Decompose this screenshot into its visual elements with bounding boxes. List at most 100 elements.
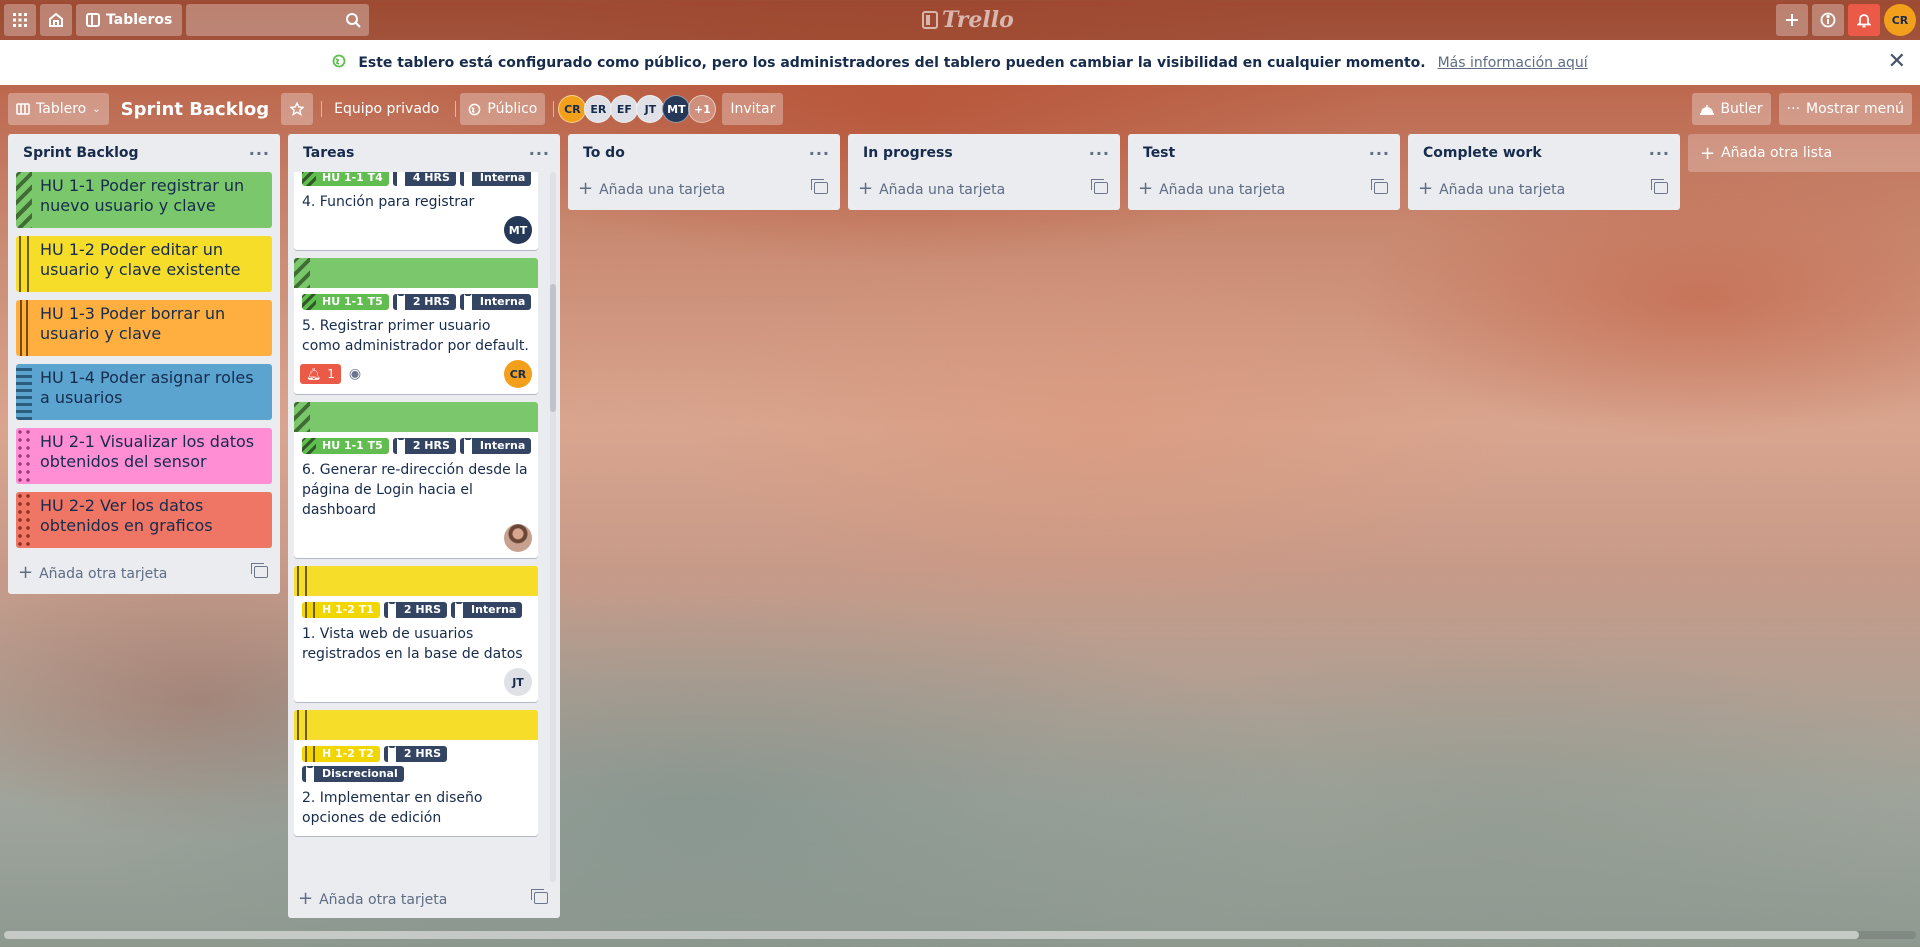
list-scrollbar[interactable] [550,172,556,882]
list-header: Complete work ··· [1408,134,1680,172]
more-members-button[interactable]: +1 [688,95,717,123]
card-labels: HU 1-1 T4 4 HRS Interna [300,172,532,186]
visibility-button[interactable]: Público [460,93,546,125]
add-card-button[interactable]: + Añada otra tarjeta [8,556,280,588]
card-title: HU 1-3 Poder borrar un usuario y clave [40,304,226,343]
card-template-icon[interactable] [531,889,548,904]
info-button[interactable] [1812,4,1844,36]
card-member-avatar[interactable] [504,524,532,552]
card-member-avatar[interactable]: MT [504,216,532,244]
plus-icon: + [298,887,314,909]
plus-icon [1786,14,1798,26]
list-menu-icon[interactable]: ··· [809,144,830,163]
plus-icon: + [1418,177,1434,199]
header-divider [455,101,457,117]
list-test: Test ··· + Añada una tarjeta [1128,134,1400,210]
list-card[interactable]: HU 2-2 Ver los datos obtenidos en grafic… [16,492,272,548]
card-template-icon[interactable] [811,179,828,194]
scrollbar-thumb[interactable] [4,931,1859,939]
search-input[interactable] [186,4,370,36]
add-list-label: Añada otra lista [1721,145,1833,161]
show-menu-button[interactable]: ··· Mostrar menú [1778,93,1912,125]
info-icon [1820,12,1836,28]
bell-icon: 🔔︎ [306,367,322,381]
list-menu-icon[interactable]: ··· [249,144,270,163]
create-button[interactable] [1776,4,1808,36]
bell-icon [1857,14,1871,28]
list-cards-scroll[interactable]: HU 1-1 T4 4 HRS Interna 4. Función para … [288,172,560,882]
list-header: In progress ··· [848,134,1120,172]
list-header: Sprint Backlog ··· [8,134,280,172]
board-title[interactable]: Sprint Backlog [121,99,270,120]
list-card[interactable]: HU 1-4 Poder asignar roles a usuarios [16,364,272,420]
member-avatar[interactable]: ER [584,95,613,123]
add-card-button[interactable]: + Añada una tarjeta [1128,172,1400,204]
trello-logo[interactable]: Trello [922,7,1014,33]
member-avatar[interactable]: EF [610,95,639,123]
member-avatar[interactable]: CR [558,95,587,123]
apps-grid-button[interactable] [4,4,36,36]
user-avatar[interactable]: CR [1884,4,1916,36]
add-card-button[interactable]: + Añada una tarjeta [568,172,840,204]
task-card[interactable]: H 1-2 T1 2 HRS Interna 1. Vista web de u… [294,566,538,702]
add-card-label: Añada una tarjeta [1439,181,1566,198]
card-template-icon[interactable] [1371,179,1388,194]
label-pattern [294,402,310,432]
add-card-button[interactable]: + Añada una tarjeta [848,172,1120,204]
list-title[interactable]: Sprint Backlog [23,145,139,161]
list-in-progress: In progress ··· + Añada una tarjeta [848,134,1120,210]
card-title: HU 2-1 Visualizar los datos obtenidos de… [40,432,255,471]
board-horizontal-scrollbar[interactable] [4,931,1916,939]
list-title[interactable]: Tareas [303,145,354,161]
task-card[interactable]: HU 1-1 T4 4 HRS Interna 4. Función para … [294,172,538,250]
add-card-label: Añada una tarjeta [1159,181,1286,198]
star-button[interactable] [281,93,314,125]
task-card[interactable]: H 1-2 T2 2 HRS Discrecional 2. Implement… [294,710,538,836]
add-card-label: Añada una tarjeta [599,181,726,198]
board-icon [86,13,100,27]
list-menu-icon[interactable]: ··· [1649,144,1670,163]
task-card[interactable]: HU 1-1 T5 2 HRS Interna 5. Registrar pri… [294,258,538,394]
card-template-icon[interactable] [1091,179,1108,194]
add-card-button[interactable]: + Añada otra tarjeta [288,882,560,914]
list-menu-icon[interactable]: ··· [1369,144,1390,163]
notifications-button[interactable] [1848,4,1880,36]
list-title[interactable]: Test [1143,145,1175,161]
member-avatar[interactable]: JT [636,95,665,123]
list-title[interactable]: In progress [863,145,953,161]
card-cover [294,566,538,596]
card-title: HU 1-2 Poder editar un usuario y clave e… [40,240,241,279]
member-avatar[interactable]: MT [662,95,691,123]
invite-button[interactable]: Invitar [722,93,784,125]
card-template-icon[interactable] [1651,179,1668,194]
task-card[interactable]: HU 1-1 T5 2 HRS Interna 6. Generar re-di… [294,402,538,558]
boards-button[interactable]: Tableros [76,4,183,36]
banner-more-info-link[interactable]: Más información aquí [1438,55,1588,71]
team-button[interactable]: Equipo privado [326,93,447,125]
butler-button[interactable]: Butler [1692,93,1771,125]
close-icon[interactable]: ✕ [1888,49,1906,74]
chevron-down-icon: ⌄ [92,103,101,115]
label-pattern [294,710,310,740]
add-list-button[interactable]: + Añada otra lista [1688,134,1920,172]
add-card-button[interactable]: + Añada una tarjeta [1408,172,1680,204]
list-menu-icon[interactable]: ··· [1089,144,1110,163]
globe-icon [469,103,481,115]
list-header: Tareas ··· [288,134,560,172]
list-card[interactable]: HU 1-2 Poder editar un usuario y clave e… [16,236,272,292]
card-member-avatar[interactable]: CR [504,360,532,388]
label-pattern [16,236,32,292]
board-view-label: Tablero [36,101,87,117]
list-title[interactable]: Complete work [1423,145,1542,161]
card-member-avatar[interactable]: JT [504,668,532,696]
scrollbar-thumb[interactable] [550,284,556,412]
list-title[interactable]: To do [583,145,625,161]
board-view-switcher[interactable]: Tablero ⌄ [8,93,109,125]
list-menu-icon[interactable]: ··· [529,144,550,163]
label-pattern [16,364,32,420]
list-card[interactable]: HU 2-1 Visualizar los datos obtenidos de… [16,428,272,484]
list-card[interactable]: HU 1-1 Poder registrar un nuevo usuario … [16,172,272,228]
list-card[interactable]: HU 1-3 Poder borrar un usuario y clave [16,300,272,356]
card-template-icon[interactable] [251,563,268,578]
home-button[interactable] [40,4,72,36]
